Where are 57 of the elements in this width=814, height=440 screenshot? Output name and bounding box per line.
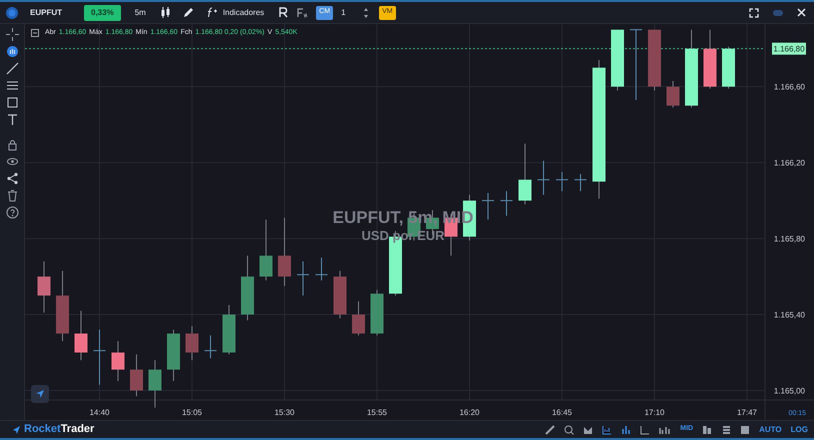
close-icon[interactable] xyxy=(797,8,806,17)
price-axis-label: 1.165,40 xyxy=(774,310,805,320)
share-icon[interactable] xyxy=(6,172,18,185)
pencil-icon[interactable] xyxy=(182,7,194,18)
arrow-icon[interactable] xyxy=(35,389,45,399)
lines-tool-icon[interactable] xyxy=(6,79,18,92)
histogram-icon[interactable] xyxy=(621,424,632,434)
time-axis-label: 16:20 xyxy=(459,408,480,417)
rectangle-icon[interactable] xyxy=(6,96,18,109)
price-axis-label: 1.165,00 xyxy=(774,386,805,396)
brand-name: RocketTrader xyxy=(24,422,94,438)
time-axis-label: 15:55 xyxy=(366,408,388,417)
navigate-button[interactable] xyxy=(31,385,49,403)
chart-watermark: EUPFUT, 5m, MID xyxy=(332,208,474,227)
time-axis-label: 14:40 xyxy=(89,408,110,417)
chart-type-icon[interactable] xyxy=(583,424,594,434)
line-tool-icon[interactable] xyxy=(6,62,18,75)
bar-chart-icon[interactable] xyxy=(602,424,612,434)
interval-button[interactable]: 5m xyxy=(134,6,146,18)
eye-icon[interactable] xyxy=(6,155,18,168)
f-chart-icon[interactable] xyxy=(296,7,308,18)
columns-icon[interactable] xyxy=(702,424,712,434)
quantity-field[interactable]: 1 xyxy=(341,6,356,18)
r-chart-icon[interactable] xyxy=(278,7,290,18)
symbol-label[interactable]: EUPFUT xyxy=(30,6,62,18)
ruler-icon[interactable] xyxy=(545,424,556,434)
log-button[interactable]: LOG xyxy=(790,424,808,436)
last-price-label: 1.166,80 xyxy=(772,42,806,55)
lock-icon[interactable] xyxy=(6,138,18,151)
function-icon[interactable] xyxy=(206,7,218,18)
help-icon[interactable] xyxy=(6,206,18,219)
fullscreen-icon[interactable] xyxy=(749,8,759,18)
crosshair-icon[interactable] xyxy=(6,28,18,41)
auto-button[interactable]: AUTO xyxy=(759,424,782,436)
list-icon[interactable] xyxy=(721,424,732,434)
time-axis-label: 15:05 xyxy=(182,408,202,417)
time-axis-label: 17:10 xyxy=(644,408,665,417)
text-tool-icon[interactable] xyxy=(6,113,18,126)
trash-icon[interactable] xyxy=(6,189,18,202)
spinner-icon[interactable] xyxy=(363,6,370,18)
time-axis-label: 15:30 xyxy=(274,408,295,417)
zoom-icon[interactable] xyxy=(564,424,574,434)
axis-icon[interactable] xyxy=(640,424,650,434)
price-axis-label: 1.166,20 xyxy=(774,158,805,168)
time-axis-label: 16:45 xyxy=(552,408,572,417)
candlestick-icon[interactable] xyxy=(160,7,171,18)
time-axis-label: 17:47 xyxy=(736,408,758,417)
scale-icon[interactable] xyxy=(659,424,672,434)
rocket-icon[interactable] xyxy=(12,424,21,434)
change-button[interactable]: 0,33% xyxy=(84,4,121,20)
collapse-icon[interactable] xyxy=(31,29,39,38)
price-axis-label: 1.165,80 xyxy=(774,234,805,244)
toggle-icon[interactable] xyxy=(773,10,783,16)
indicators-button[interactable]: Indicadores xyxy=(206,6,264,18)
price-axis-label: 1.166,60 xyxy=(774,82,805,92)
logo-icon[interactable] xyxy=(6,6,18,18)
panel-icon[interactable] xyxy=(740,424,750,434)
